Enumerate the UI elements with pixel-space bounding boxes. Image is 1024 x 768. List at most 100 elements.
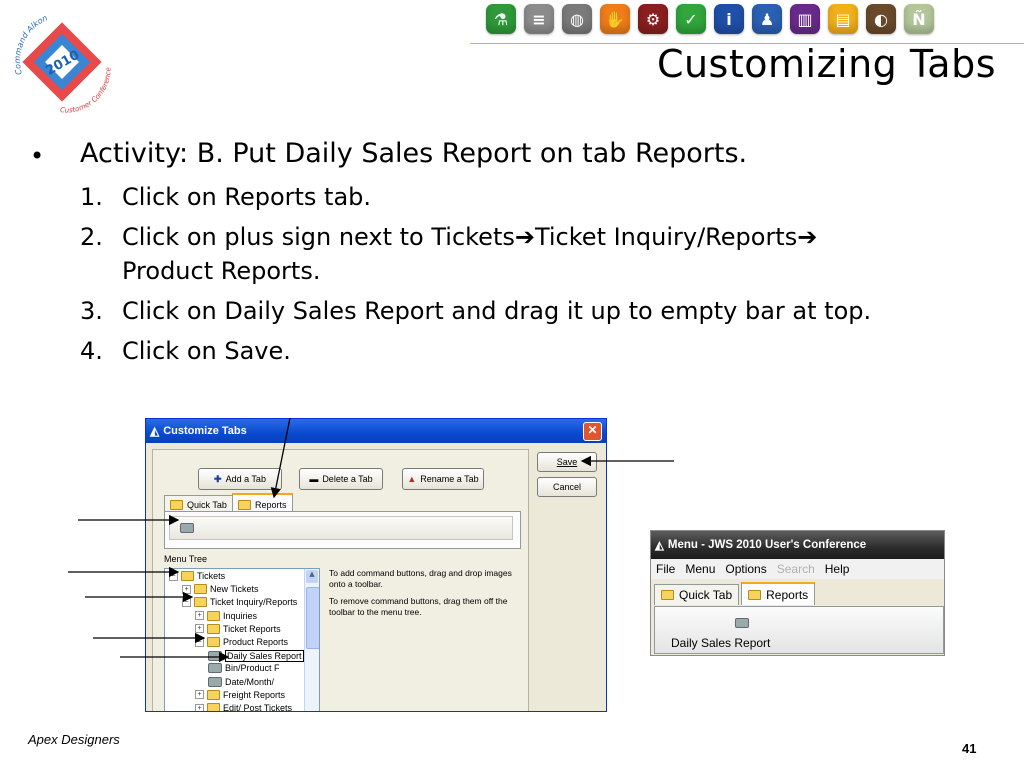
folder-icon (207, 623, 220, 634)
tree-scrollbar[interactable]: ▲ (304, 569, 319, 711)
tree-item[interactable]: + New Tickets (182, 584, 259, 595)
expand-plus-icon[interactable]: + (182, 584, 191, 594)
tree-item[interactable]: Daily Sales Report (208, 650, 304, 663)
folder-icon (194, 584, 207, 595)
person-desk-icon[interactable]: ♟ (752, 4, 782, 34)
step-2: 2. Click on plus sign next to Tickets➔Ti… (80, 220, 980, 288)
collapse-minus-icon[interactable]: − (182, 597, 191, 607)
collapse-minus-icon[interactable]: − (169, 571, 178, 581)
footer-company: Apex Designers (28, 732, 120, 747)
step-text-part: Ticket Inquiry/Reports (534, 223, 798, 251)
menu-bar: File Menu Options Search Help (651, 559, 944, 579)
truck-icon[interactable]: ◐ (866, 4, 896, 34)
tree-item[interactable]: − Ticket Inquiry/Reports (182, 597, 297, 608)
printer-icon (180, 523, 194, 533)
folder-icon (661, 590, 674, 600)
tab-reports[interactable]: Reports (741, 582, 816, 605)
scroll-up-icon[interactable]: ▲ (306, 570, 318, 583)
tree-item[interactable]: + Ticket Reports (195, 623, 281, 634)
lab-flask-icon[interactable]: ⚗ (486, 4, 516, 34)
conference-logo: 2010 Command Alkon Customer Conference (13, 13, 113, 114)
menu-window-tabs: Quick Tab Reports (654, 582, 817, 606)
gears-icon[interactable]: ⚙ (638, 4, 668, 34)
rename-tab-button[interactable]: ▲ Rename a Tab (402, 468, 484, 490)
step-text-part: Click on plus sign next to Tickets (122, 223, 515, 251)
folder-icon (207, 637, 220, 647)
tab-label: Quick Tab (679, 588, 733, 602)
minus-icon: ▬ (309, 474, 319, 484)
add-tab-button[interactable]: ✚ Add a Tab (198, 468, 282, 490)
folder-icon (181, 571, 194, 581)
right-arrow-icon: ➔ (797, 223, 818, 251)
step-number: 2. (80, 223, 103, 251)
folder-open-icon (748, 589, 762, 600)
tree-item[interactable]: + Freight Reports (195, 689, 285, 700)
expand-plus-icon[interactable]: + (195, 703, 204, 711)
check-icon[interactable]: ✓ (676, 4, 706, 34)
close-icon[interactable]: ✕ (583, 422, 602, 441)
n-icon[interactable]: Ñ (904, 4, 934, 34)
folder-icon (207, 689, 220, 700)
info-icon[interactable]: i (714, 4, 744, 34)
panel-icon[interactable]: ▥ (790, 4, 820, 34)
hand-icon[interactable]: ✋ (600, 4, 630, 34)
tree-item-label: Daily Sales Report (225, 650, 304, 663)
expand-plus-icon[interactable]: + (195, 690, 204, 700)
page-number: 41 (962, 741, 977, 756)
printer-icon (734, 618, 749, 628)
collapse-minus-icon[interactable]: − (195, 637, 204, 647)
folder-icon (194, 597, 207, 608)
dialog-title: Customize Tabs (163, 425, 247, 437)
stack-icon[interactable]: ≡ (524, 4, 554, 34)
empty-toolbar-drop-zone[interactable] (169, 516, 513, 540)
tree-item[interactable]: Bin/Product F (208, 663, 280, 674)
reports-toolbar: Daily Sales Report (654, 606, 944, 654)
scroll-thumb[interactable] (306, 587, 319, 649)
expand-plus-icon[interactable]: + (195, 624, 204, 634)
expand-plus-icon[interactable]: + (195, 611, 204, 621)
menu-options[interactable]: Options (725, 562, 766, 576)
save-button[interactable]: Save (537, 452, 597, 472)
step-text: Click on Daily Sales Report and drag it … (122, 297, 872, 325)
app-logo-icon: ◭ (150, 424, 160, 438)
triangle-icon: ▲ (407, 474, 417, 484)
step-text: Click on Reports tab. (122, 183, 372, 211)
delete-tab-button[interactable]: ▬ Delete a Tab (299, 468, 383, 490)
printer-icon (208, 676, 222, 687)
step-list: 1. Click on Reports tab. 2. Click on plu… (80, 180, 980, 374)
printer-icon (208, 663, 222, 674)
daily-sales-report-button[interactable]: Daily Sales Report (671, 613, 770, 651)
tab-quick-tab[interactable]: Quick Tab (654, 584, 740, 605)
tree-item-label: New Tickets (210, 584, 259, 595)
slide-title: Customizing Tabs (656, 42, 996, 86)
menu-window: ◭ Menu - JWS 2010 User's Conference File… (650, 530, 945, 656)
tree-item[interactable]: − Product Reports (195, 637, 288, 647)
tree-item[interactable]: + Inquiries (195, 610, 258, 621)
tree-item-label: Inquiries (223, 610, 258, 621)
right-arrow-icon: ➔ (514, 223, 535, 251)
menu-help[interactable]: Help (825, 562, 850, 576)
tree-item-label: Date/Month/ (225, 676, 275, 687)
folder-icon[interactable]: ▤ (828, 4, 858, 34)
tree-item[interactable]: + Edit/ Post Tickets (195, 703, 292, 711)
menu-menu[interactable]: Menu (685, 562, 715, 576)
folder-icon (207, 703, 220, 711)
folder-icon (170, 499, 183, 510)
hint-remove-commands: To remove command buttons, drag them off… (329, 596, 508, 617)
menu-file[interactable]: File (656, 562, 675, 576)
step-3: 3. Click on Daily Sales Report and drag … (80, 294, 980, 328)
menu-tree-label: Menu Tree (164, 554, 208, 564)
tree-item[interactable]: − Tickets (169, 571, 225, 581)
step-number: 4. (80, 337, 103, 365)
cancel-button[interactable]: Cancel (537, 477, 597, 497)
hint-add-commands: To add command buttons, drag and drop im… (329, 568, 512, 589)
step-number: 3. (80, 297, 103, 325)
globe-icon[interactable]: ◍ (562, 4, 592, 34)
toolbar-button-label: Daily Sales Report (671, 636, 771, 650)
step-number: 1. (80, 183, 103, 211)
app-logo-icon: ◭ (655, 540, 664, 552)
delete-tab-label: Delete a Tab (322, 474, 373, 484)
bullet-dot: • (30, 142, 45, 170)
bullet-activity: Activity: B. Put Daily Sales Report on t… (80, 138, 748, 169)
tree-item[interactable]: Date/Month/ (208, 676, 275, 687)
